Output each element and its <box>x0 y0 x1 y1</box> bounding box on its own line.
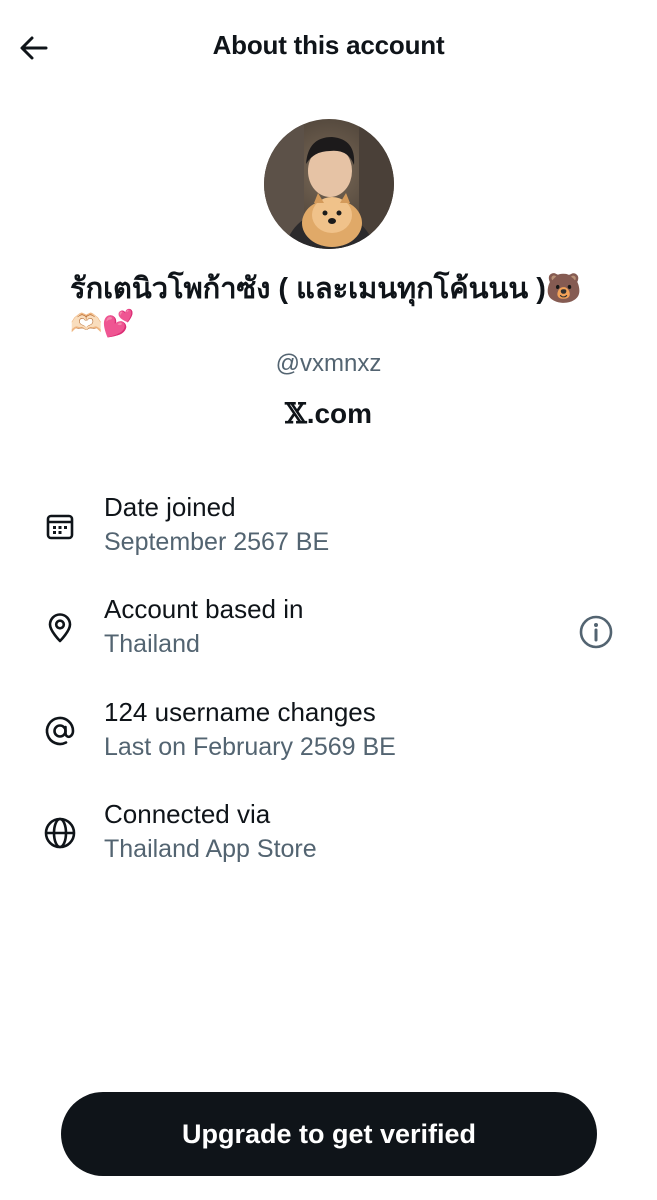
header: About this account <box>0 0 657 96</box>
avatar <box>264 119 394 249</box>
location-pin-icon <box>40 608 80 648</box>
site-label: 𝕏.com <box>0 397 657 430</box>
calendar-icon <box>40 506 80 546</box>
display-name: รักเตนิวโพก้าซัง ( และเมนทุกโค้นนน )🐻 🫶🏻… <box>70 270 597 338</box>
info-row-username-changes: 124 username changes Last on February 25… <box>0 697 657 777</box>
display-name-emoji: 🫶🏻💕 <box>70 308 135 338</box>
display-name-text: รักเตนิวโพก้าซัง ( และเมนทุกโค้นนน )🐻 <box>70 273 582 305</box>
info-circle-icon[interactable] <box>576 612 616 652</box>
info-label: 124 username changes <box>104 697 376 727</box>
upgrade-verified-button[interactable]: Upgrade to get verified <box>61 1092 597 1176</box>
info-row-account-based-in: Account based in Thailand <box>0 594 657 674</box>
about-account-screen: About this account รักเตนิวโพก้าซัง (แล… <box>0 0 657 1200</box>
info-value: Thailand App Store <box>104 835 317 863</box>
x-logo-glyph: 𝕏 <box>284 397 307 430</box>
page-title: About this account <box>212 30 445 60</box>
info-value: Last on February 2569 BE <box>104 733 396 761</box>
at-sign-icon <box>40 711 80 751</box>
info-row-connected-via: Connected via Thailand App Store <box>0 799 657 879</box>
info-value: Thailand <box>104 630 200 658</box>
info-label: Date joined <box>104 492 236 522</box>
globe-icon <box>40 813 80 853</box>
avatar-photo <box>264 119 394 249</box>
username-handle: @vxmnxz <box>275 350 382 377</box>
info-label: Connected via <box>104 799 271 829</box>
info-label: Account based in <box>104 594 304 624</box>
info-row-date-joined: Date joined September 2567 BE <box>0 492 657 572</box>
site-suffix: .com <box>306 398 373 429</box>
info-value: September 2567 BE <box>104 528 330 556</box>
